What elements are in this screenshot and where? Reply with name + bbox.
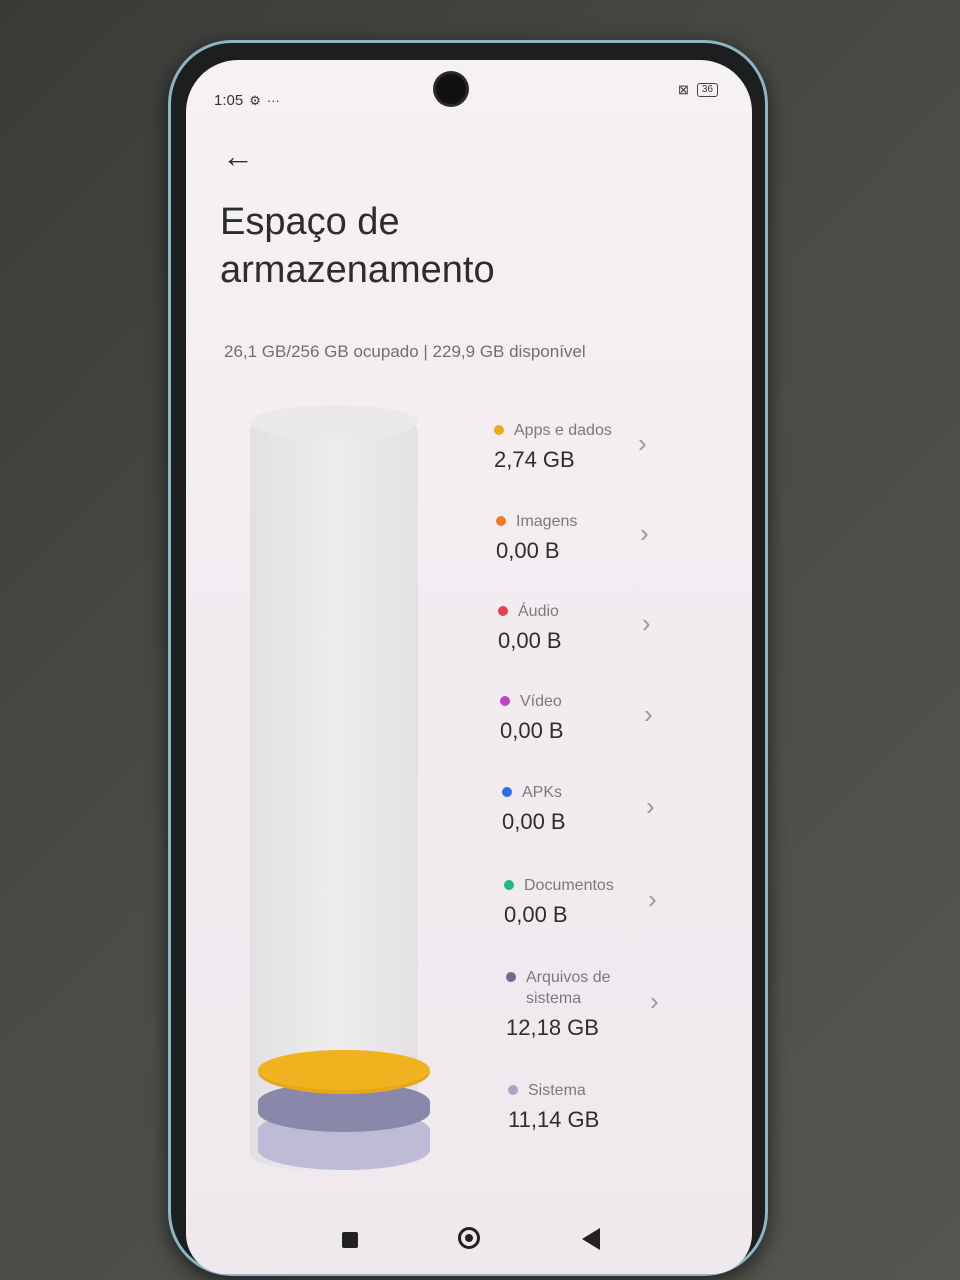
category-value: 0,00 B bbox=[504, 902, 568, 927]
category-dot bbox=[500, 696, 510, 706]
recents-button[interactable] bbox=[342, 1232, 358, 1248]
home-button[interactable] bbox=[458, 1227, 480, 1249]
status-bar-right: ⊠ 36 bbox=[678, 82, 718, 98]
category-sistema: Sistema 11,14 GB bbox=[508, 1080, 728, 1133]
storage-summary: 26,1 GB/256 GB ocupado | 229,9 GB dispon… bbox=[224, 342, 586, 361]
chevron-right-icon[interactable]: › bbox=[644, 701, 653, 727]
category-value: 0,00 B bbox=[500, 718, 564, 743]
status-time: 1:05 bbox=[214, 92, 244, 109]
category-apks[interactable]: APKs 0,00 B bbox=[502, 782, 722, 835]
front-camera bbox=[436, 74, 466, 104]
category-audio[interactable]: Áudio 0,00 B bbox=[498, 601, 718, 654]
category-value: 12,18 GB bbox=[506, 1015, 599, 1040]
status-bar-left: 1:05 ⚙ ··· bbox=[214, 92, 280, 109]
category-label: APKs bbox=[522, 784, 563, 801]
category-dot bbox=[506, 972, 516, 982]
battery-icon: 36 bbox=[696, 83, 718, 97]
category-label: Imagens bbox=[516, 513, 578, 530]
screen: 1:05 ⚙ ··· ⊠ 36 ← Espaço de armazenament… bbox=[186, 60, 752, 1274]
category-label: Documentos bbox=[524, 877, 614, 894]
storage-cylinder-top bbox=[250, 405, 418, 439]
category-value: 0,00 B bbox=[502, 809, 566, 834]
category-documentos[interactable]: Documentos 0,00 B bbox=[504, 875, 724, 928]
category-label: Sistema bbox=[528, 1082, 586, 1099]
category-label: Áudio bbox=[518, 603, 559, 620]
chevron-right-icon[interactable]: › bbox=[646, 793, 655, 819]
chevron-right-icon[interactable]: › bbox=[650, 988, 659, 1014]
chevron-right-icon[interactable]: › bbox=[640, 520, 649, 546]
category-value: 0,00 B bbox=[498, 628, 562, 653]
category-dot bbox=[496, 516, 506, 526]
category-arquivos-de-sistema[interactable]: Arquivos de sistema 12,18 GB bbox=[506, 967, 626, 1041]
category-imagens[interactable]: Imagens 0,00 B bbox=[496, 511, 716, 564]
navigation-bar bbox=[186, 1214, 752, 1264]
more-notifications-icon: ··· bbox=[266, 93, 280, 108]
category-dot bbox=[504, 880, 514, 890]
category-value: 0,00 B bbox=[496, 538, 560, 563]
chevron-right-icon[interactable]: › bbox=[648, 886, 657, 912]
chevron-right-icon[interactable]: › bbox=[638, 430, 647, 456]
no-sim-icon: ⊠ bbox=[677, 82, 689, 97]
category-dot bbox=[502, 787, 512, 797]
category-dot bbox=[494, 425, 504, 435]
back-arrow-button[interactable]: ← bbox=[222, 140, 254, 172]
category-label: Vídeo bbox=[520, 693, 562, 710]
category-dot bbox=[498, 606, 508, 616]
category-dot bbox=[508, 1085, 518, 1095]
category-label: Apps e dados bbox=[514, 422, 612, 439]
page-title-line2: armazenamento bbox=[220, 249, 495, 291]
page-title-line1: Espaço de bbox=[220, 201, 400, 243]
page-title: Espaço de armazenamento bbox=[220, 198, 495, 294]
apps-segment-top bbox=[258, 1050, 430, 1090]
gear-icon: ⚙ bbox=[249, 92, 261, 108]
category-label: Arquivos de sistema bbox=[526, 969, 611, 1007]
category-value: 11,14 GB bbox=[508, 1107, 600, 1132]
nav-back-button[interactable] bbox=[582, 1228, 600, 1250]
category-value: 2,74 GB bbox=[494, 447, 575, 472]
category-apps[interactable]: Apps e dados 2,74 GB bbox=[494, 420, 714, 473]
chevron-right-icon[interactable]: › bbox=[642, 610, 651, 636]
category-video[interactable]: Vídeo 0,00 B bbox=[500, 691, 720, 744]
